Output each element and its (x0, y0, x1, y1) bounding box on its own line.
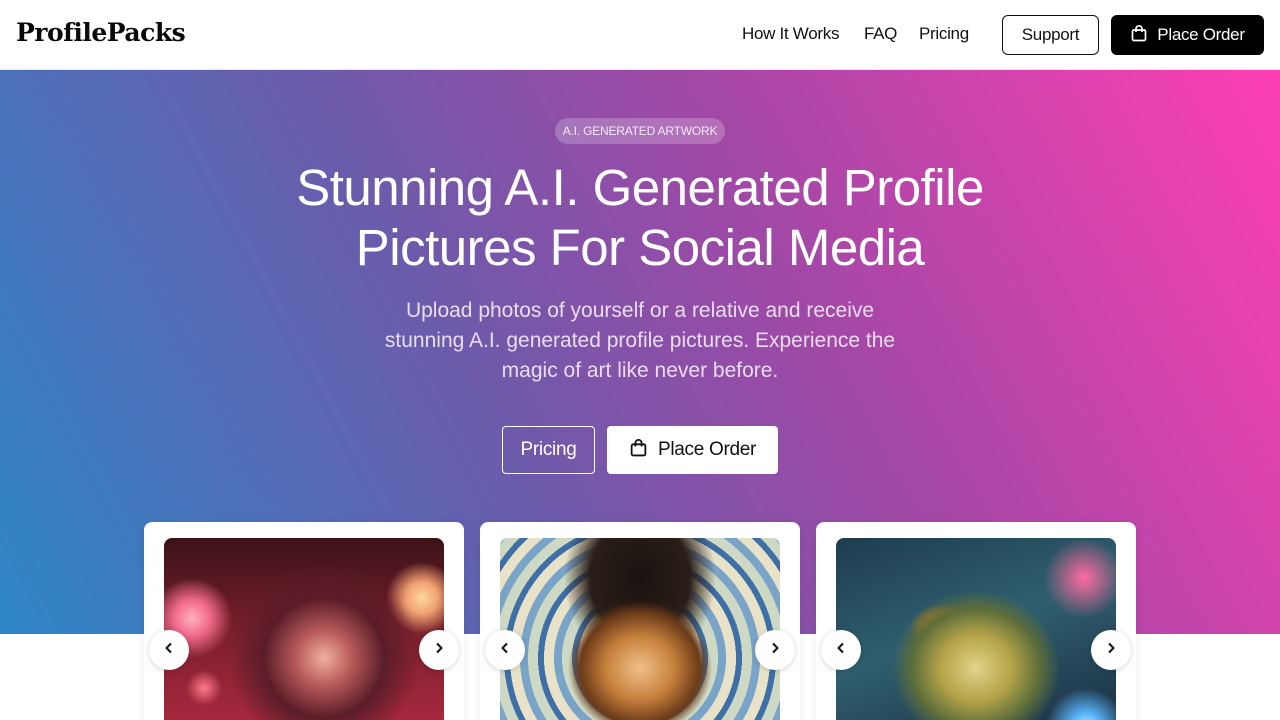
place-order-label: Place Order (1157, 25, 1245, 44)
hero-badge: A.I. GENERATED ARTWORK (555, 118, 725, 144)
place-order-button-header[interactable]: Place Order (1111, 15, 1264, 55)
carousel-prev-button[interactable] (821, 630, 861, 670)
hero-subtitle: Upload photos of yourself or a relative … (384, 299, 896, 382)
logo[interactable]: ProfilePacks (16, 18, 186, 47)
carousel-next-button[interactable] (419, 630, 459, 670)
chevron-left-icon (163, 641, 175, 659)
carousel-prev-button[interactable] (149, 630, 189, 670)
chevron-right-icon (433, 641, 445, 659)
chevron-right-icon (1105, 641, 1117, 659)
artwork-image (164, 538, 444, 720)
pricing-button-label: Pricing (520, 439, 577, 460)
site-header: ProfilePacks How It Works FAQ Pricing Su… (0, 0, 1280, 70)
artwork-card (144, 522, 464, 720)
hero-title-line-1: Stunning A.I. Generated Profile (296, 159, 984, 216)
hero-title: Stunning A.I. Generated Profile Pictures… (240, 158, 1040, 278)
support-button-label: Support (1021, 25, 1080, 44)
carousel-prev-button[interactable] (485, 630, 525, 670)
nav-how-it-works[interactable]: How It Works (742, 24, 839, 44)
chevron-left-icon (499, 641, 511, 659)
place-order-button-hero[interactable]: Place Order (607, 426, 778, 474)
chevron-right-icon (769, 641, 781, 659)
artwork-card (816, 522, 1136, 720)
pricing-button[interactable]: Pricing (502, 426, 595, 474)
nav-pricing[interactable]: Pricing (919, 24, 969, 44)
chevron-left-icon (835, 641, 847, 659)
artwork-image (500, 538, 780, 720)
hero-title-line-2: Pictures For Social Media (355, 219, 925, 276)
place-order-label: Place Order (657, 439, 757, 460)
shopping-bag-icon (1130, 24, 1148, 47)
nav-faq[interactable]: FAQ (864, 24, 897, 44)
artwork-card (480, 522, 800, 720)
carousel-next-button[interactable] (755, 630, 795, 670)
shopping-bag-icon (629, 438, 648, 463)
artwork-image (836, 538, 1116, 720)
carousel-next-button[interactable] (1091, 630, 1131, 670)
support-button[interactable]: Support (1002, 15, 1099, 55)
